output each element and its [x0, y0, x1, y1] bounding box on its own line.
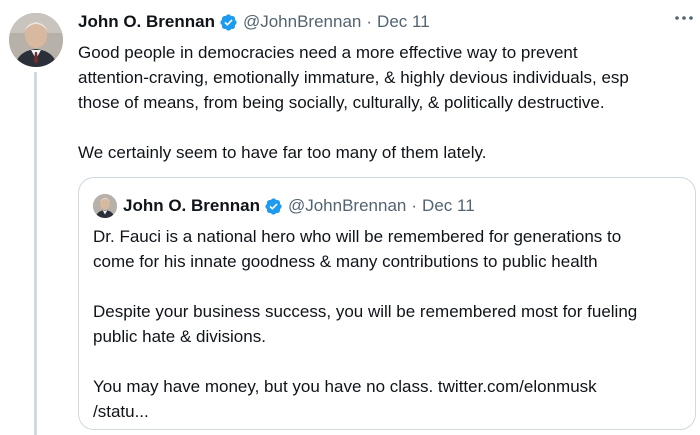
separator-dot: ·	[366, 12, 373, 31]
quoted-tweet-date: Dec 11	[422, 196, 475, 215]
author-avatar[interactable]	[9, 13, 63, 67]
tweet-date[interactable]: Dec 11	[377, 12, 430, 32]
quoted-tweet-body-text: Dr. Fauci is a national hero who will be…	[93, 227, 638, 421]
person-photo-avatar-icon	[93, 194, 117, 218]
tweet-body-text: Good people in democracies need a more e…	[78, 43, 629, 162]
quoted-author-handle: @JohnBrennan	[287, 196, 407, 215]
verified-badge-icon	[220, 13, 237, 31]
author-handle[interactable]: @JohnBrennan	[243, 12, 361, 32]
quoted-author-display-name: John O. Brennan	[123, 196, 260, 215]
separator-dot: ·	[411, 196, 418, 215]
quoted-author-avatar	[93, 194, 117, 218]
quoted-tweet-header: John O. Brennan @JohnBrennan · Dec 11	[93, 194, 475, 218]
tweet[interactable]: John O. Brennan @JohnBrennan · Dec 11 Go…	[0, 0, 700, 435]
quoted-tweet[interactable]: John O. Brennan @JohnBrennan · Dec 11 Dr…	[78, 177, 696, 430]
author-display-name[interactable]: John O. Brennan	[78, 12, 215, 32]
tweet-header: John O. Brennan @JohnBrennan · Dec 11	[78, 10, 430, 34]
verified-badge-icon	[265, 197, 282, 215]
more-options-icon[interactable]	[672, 6, 696, 30]
person-photo-avatar-icon	[9, 13, 63, 67]
thread-connector-line	[34, 72, 37, 435]
